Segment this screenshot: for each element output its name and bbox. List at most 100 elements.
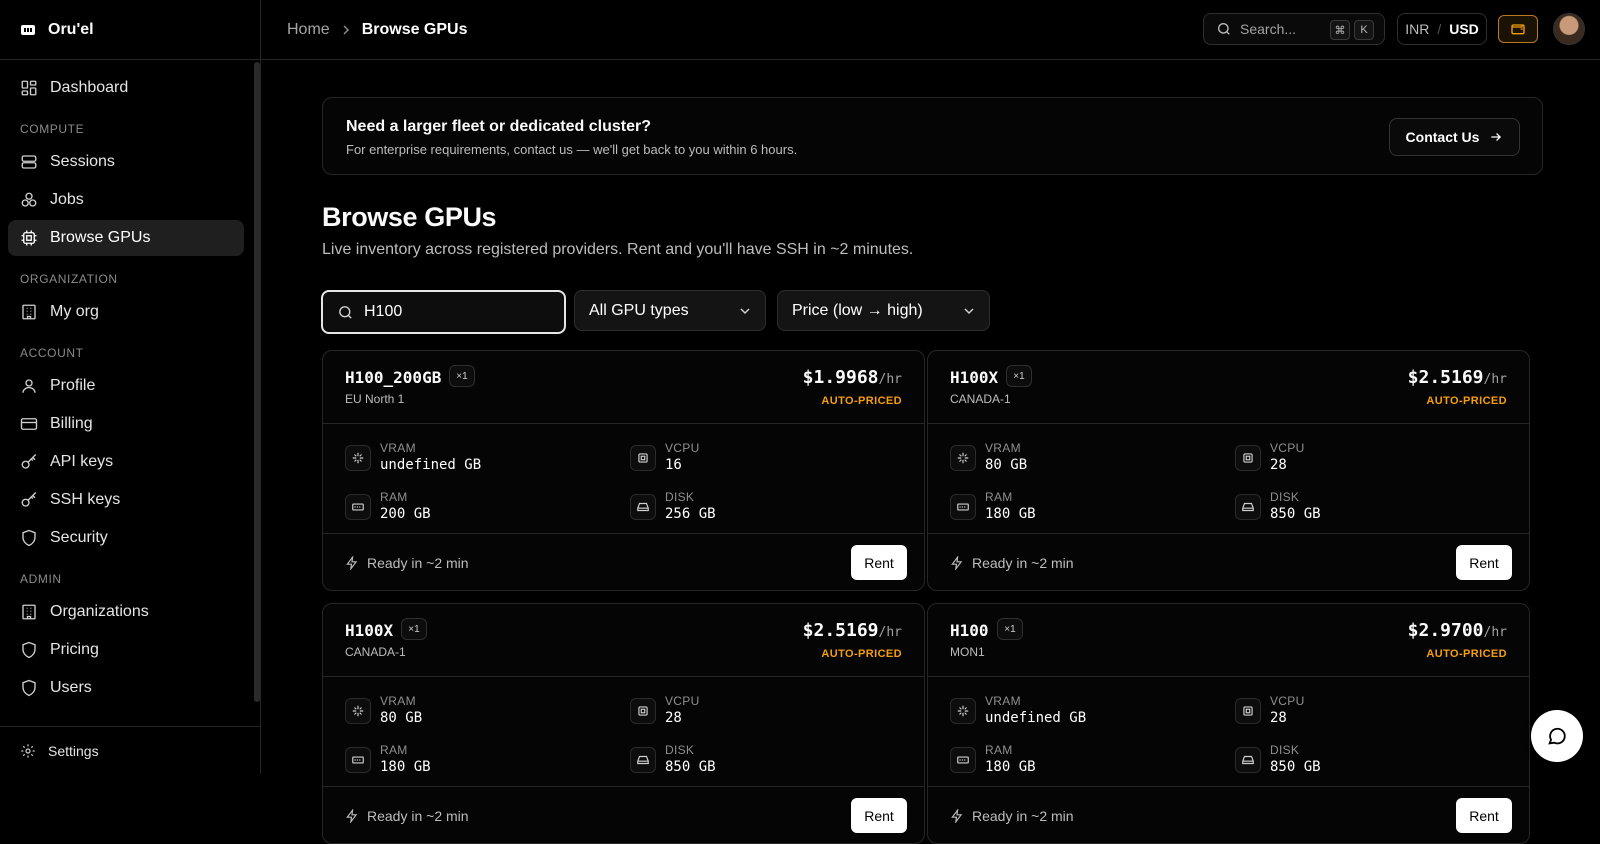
gpu-search-input[interactable] (364, 303, 544, 321)
gpu-count-badge: ×1 (401, 618, 427, 640)
arrow-right-icon (1489, 130, 1503, 144)
sidebar-item-pricing[interactable]: Pricing (8, 632, 244, 668)
sidebar-item-jobs[interactable]: Jobs (8, 182, 244, 218)
gpu-search-field[interactable] (321, 290, 566, 334)
spec-label: VRAM (985, 694, 1021, 708)
spec-value: 850 GB (1270, 506, 1321, 522)
gpu-price-unit: /hr (1484, 625, 1507, 640)
user-icon (20, 377, 38, 395)
sidebar-item-browse-gpus[interactable]: Browse GPUs (8, 220, 244, 256)
spec-label: DISK (665, 490, 694, 504)
gpu-price-value: $2.5169 (803, 620, 879, 641)
gpu-card-footer: Ready in ~2 min Rent (928, 787, 1529, 843)
sort-value: Price (low → high) (792, 302, 923, 320)
hard-drive-icon (1235, 494, 1261, 520)
currency-inr[interactable]: INR (1405, 21, 1429, 37)
rent-button[interactable]: Rent (851, 798, 907, 833)
spec-vcpu: VCPU 28 (1235, 694, 1485, 734)
breadcrumb-home[interactable]: Home (287, 21, 330, 39)
banner-subtitle: For enterprise requirements, contact us … (346, 142, 797, 157)
spec-vram: VRAM undefined GB (950, 694, 1200, 734)
ready-status: Ready in ~2 min (950, 808, 1074, 824)
global-search[interactable]: Search... ⌘ K (1203, 13, 1385, 45)
lightning-icon (345, 809, 359, 823)
wallet-icon (1510, 21, 1526, 37)
sidebar-item-label: Settings (48, 743, 99, 759)
sort-select[interactable]: Price (low → high) (777, 290, 990, 331)
spec-label: VCPU (1270, 441, 1305, 455)
currency-separator: / (1437, 21, 1441, 37)
ready-status: Ready in ~2 min (345, 808, 469, 824)
sidebar-item-users[interactable]: Users (8, 670, 244, 706)
sidebar-item-dashboard[interactable]: Dashboard (8, 70, 244, 106)
spec-value: 180 GB (985, 506, 1036, 522)
spec-value: 850 GB (1270, 759, 1321, 775)
spec-label: RAM (985, 743, 1013, 757)
page-subtitle: Live inventory across registered provide… (322, 241, 913, 259)
memory-icon (950, 747, 976, 773)
gpu-card: H100 ×1 MON1 $2.9700/hr AUTO-PRICED VRAM… (927, 603, 1530, 844)
currency-toggle[interactable]: INR / USD (1397, 13, 1487, 45)
contact-us-button[interactable]: Contact Us (1389, 118, 1520, 156)
sparkle-icon (345, 445, 371, 471)
sidebar-item-label: Security (50, 529, 108, 547)
sidebar-item-label: Browse GPUs (50, 229, 150, 247)
gpu-card: H100X ×1 CANADA-1 $2.5169/hr AUTO-PRICED… (927, 350, 1530, 591)
gpu-region: CANADA-1 (950, 392, 1011, 406)
gpu-region: MON1 (950, 645, 985, 659)
spec-value: 256 GB (665, 506, 716, 522)
spec-disk: DISK 850 GB (1235, 490, 1485, 530)
sidebar-item-settings[interactable]: Settings (0, 726, 260, 774)
currency-usd[interactable]: USD (1449, 21, 1479, 37)
gpu-specs: VRAM 80 GB VCPU 28 RAM 180 GB DISK 850 G… (928, 424, 1529, 534)
sidebar-item-organizations[interactable]: Organizations (8, 594, 244, 630)
section-title-account: ACCOUNT (8, 332, 244, 368)
wallet-button[interactable] (1498, 15, 1538, 43)
sidebar-item-sessions[interactable]: Sessions (8, 144, 244, 180)
sidebar-item-label: Profile (50, 377, 95, 395)
sidebar-scrollbar[interactable] (254, 62, 260, 702)
gpu-type-select[interactable]: All GPU types (574, 290, 766, 331)
main-content: Need a larger fleet or dedicated cluster… (261, 61, 1600, 774)
section-title-organization: ORGANIZATION (8, 258, 244, 294)
spec-label: DISK (665, 743, 694, 757)
search-icon (1216, 21, 1232, 37)
spec-disk: DISK 850 GB (1235, 743, 1485, 783)
spec-vram: VRAM undefined GB (345, 441, 595, 481)
rent-button[interactable]: Rent (1456, 545, 1512, 580)
spec-label: VCPU (665, 694, 700, 708)
shield-icon (20, 641, 38, 659)
sidebar-item-label: Organizations (50, 603, 149, 621)
sidebar-item-my-org[interactable]: My org (8, 294, 244, 330)
sidebar: Oru'el Dashboard COMPUTE Sessions Jobs B… (0, 0, 261, 774)
sidebar-item-label: SSH keys (50, 491, 120, 509)
sidebar-item-label: Jobs (50, 191, 84, 209)
shield-icon (20, 679, 38, 697)
hard-drive-icon (630, 747, 656, 773)
section-title-admin: ADMIN (8, 558, 244, 594)
boxes-icon (20, 191, 38, 209)
search-icon (337, 304, 354, 321)
gpu-card: H100_200GB ×1 EU North 1 $1.9968/hr AUTO… (322, 350, 925, 591)
lightning-icon (950, 809, 964, 823)
chat-button[interactable] (1531, 710, 1583, 762)
sidebar-item-billing[interactable]: Billing (8, 406, 244, 442)
logo-icon (20, 23, 36, 37)
sidebar-item-profile[interactable]: Profile (8, 368, 244, 404)
gpu-count-badge: ×1 (449, 365, 475, 387)
sidebar-item-security[interactable]: Security (8, 520, 244, 556)
rent-button[interactable]: Rent (1456, 798, 1512, 833)
cpu-icon (1235, 698, 1261, 724)
avatar[interactable] (1553, 13, 1585, 45)
breadcrumb: Home Browse GPUs (287, 21, 468, 39)
gpu-type-value: All GPU types (589, 302, 689, 320)
gpu-card-footer: Ready in ~2 min Rent (323, 534, 924, 590)
rent-button[interactable]: Rent (851, 545, 907, 580)
sidebar-item-api-keys[interactable]: API keys (8, 444, 244, 480)
ready-status: Ready in ~2 min (345, 555, 469, 571)
spec-label: DISK (1270, 490, 1299, 504)
brand[interactable]: Oru'el (0, 0, 260, 60)
banner-title: Need a larger fleet or dedicated cluster… (346, 118, 651, 136)
gpu-name: H100 (950, 621, 989, 640)
sidebar-item-ssh-keys[interactable]: SSH keys (8, 482, 244, 518)
